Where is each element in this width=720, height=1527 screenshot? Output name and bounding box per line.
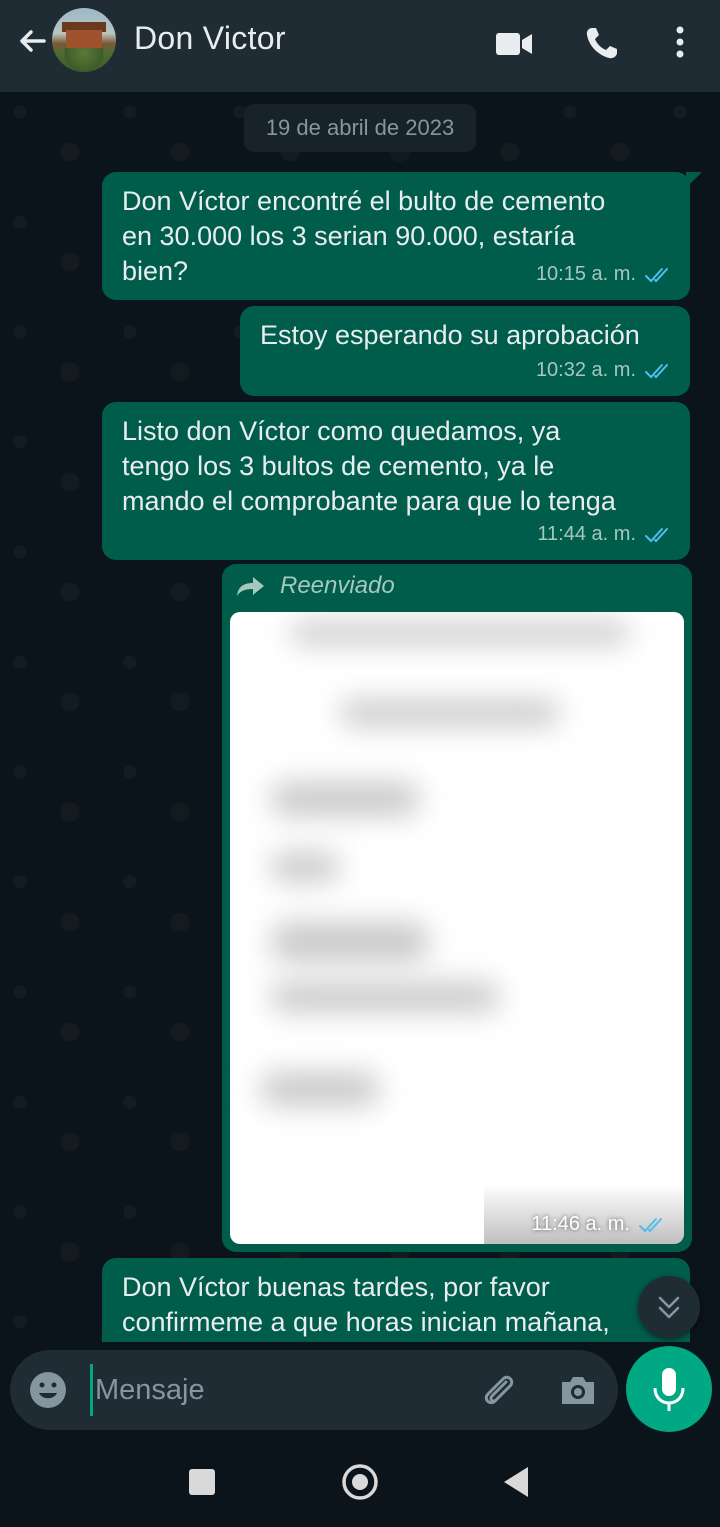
date-chip: 19 de abril de 2023 (244, 104, 476, 152)
double-check-icon (645, 527, 668, 542)
message-bubble[interactable]: Listo don Víctor como quedamos, ya tengo… (102, 402, 690, 560)
avatar-house (66, 30, 102, 48)
contact-name[interactable]: Don Victor (134, 20, 286, 57)
message-line: Estoy esperando su aprobación (260, 320, 640, 350)
message-time: 11:46 a. m. (531, 1213, 630, 1235)
message-line: Don Víctor encontré el bulto de cemento (122, 186, 606, 216)
video-camera-icon[interactable] (492, 22, 536, 66)
scroll-to-bottom-button[interactable] (638, 1276, 700, 1338)
message-meta: 11:46 a. m. (531, 1213, 668, 1236)
forwarded-image-message[interactable]: Reenviado 11:46 a. m. (222, 564, 692, 1252)
message-meta: 10:32 a. m. (536, 353, 674, 388)
message-line: Listo don Víctor como quedamos, ya (122, 416, 561, 446)
message-input[interactable] (90, 1364, 460, 1416)
blurred-receipt-image[interactable]: 11:46 a. m. (230, 612, 684, 1244)
message-bubble[interactable]: Don Víctor buenas tardes, por favor conf… (102, 1258, 690, 1342)
blurred-text (260, 1072, 380, 1106)
phone-icon[interactable] (580, 22, 624, 66)
chat-area[interactable]: 19 de abril de 2023 Don Víctor encontré … (0, 92, 720, 1342)
message-line: Don Víctor buenas tardes, por favor (122, 1272, 550, 1302)
emoji-icon[interactable] (28, 1370, 68, 1410)
double-check-icon (639, 1217, 662, 1232)
recents-icon[interactable] (186, 1466, 218, 1498)
blurred-text (340, 700, 560, 726)
message-line: tengo los 3 bultos de cemento, ya le (122, 451, 555, 481)
forwarded-label: Reenviado (236, 572, 395, 600)
message-time: 10:15 a. m. (535, 263, 636, 285)
microphone-icon (653, 1368, 685, 1411)
back-nav-icon[interactable] (500, 1464, 534, 1500)
double-check-icon (645, 267, 668, 282)
more-vertical-icon[interactable] (658, 22, 702, 66)
home-icon[interactable] (340, 1462, 380, 1502)
bubble-tail (686, 172, 702, 188)
contact-avatar[interactable] (52, 8, 116, 72)
blurred-text (270, 922, 430, 962)
blurred-text (270, 782, 420, 816)
forward-arrow-icon (237, 577, 264, 596)
message-line: en 30.000 los 3 serian 90.000, estaría (122, 221, 576, 251)
system-navigation-bar (0, 1440, 720, 1527)
message-line: confirmeme a que horas inician mañana, (122, 1307, 610, 1337)
camera-icon[interactable] (556, 1368, 600, 1412)
blurred-text (270, 852, 340, 882)
message-time: 11:44 a. m. (537, 523, 636, 545)
blurred-text (270, 982, 500, 1012)
arrow-left-icon[interactable] (12, 22, 52, 62)
blurred-text (290, 622, 630, 644)
message-composer (10, 1350, 618, 1430)
chat-header: Don Victor (0, 0, 720, 92)
voice-message-button[interactable] (626, 1346, 712, 1432)
message-meta: 11:44 a. m. (537, 517, 674, 552)
message-meta: 10:15 a. m. (536, 257, 674, 292)
chevron-double-down-icon (658, 1296, 680, 1319)
double-check-icon (645, 363, 668, 378)
paperclip-icon[interactable] (476, 1368, 520, 1412)
message-bubble[interactable]: Estoy esperando su aprobación 10:32 a. m… (240, 306, 690, 396)
message-line: mando el comprobante para que lo tenga (122, 486, 616, 516)
forwarded-text: Reenviado (280, 572, 395, 599)
message-bubble[interactable]: Don Víctor encontré el bulto de cemento … (102, 172, 702, 300)
message-time: 10:32 a. m. (535, 359, 636, 381)
